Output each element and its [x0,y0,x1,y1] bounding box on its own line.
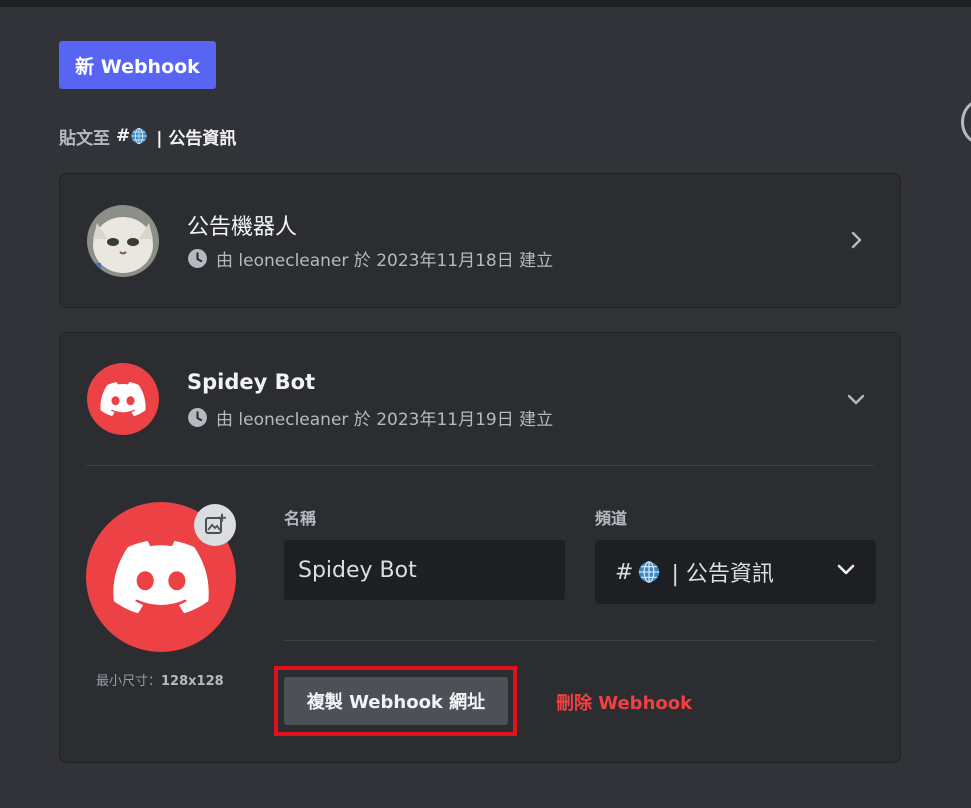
discord-logo-icon [100,382,146,416]
discord-avatar [87,363,159,435]
min-size-hint: 最小尺寸：128x128 [96,670,224,689]
chevron-down-icon[interactable] [847,390,865,408]
channel-hash: # [116,126,131,146]
webhook-created-meta: 由 leonecleaner 於 2023年11月19日 建立 [187,405,553,430]
webhook-name-input[interactable] [284,540,565,600]
discord-logo-icon [113,541,209,613]
channel-name: | 公告資訊 [671,562,774,587]
add-image-icon [205,513,227,534]
min-size-value: 128x128 [161,674,224,689]
post-to-line: 貼文至 # | 公告資訊 [59,124,236,149]
webhook-name: Spidey Bot [187,370,316,394]
post-to-prefix: 貼文至 [59,128,110,149]
top-bar [0,0,971,7]
section-divider [86,465,874,466]
chevron-down-icon [837,564,855,575]
webhook-card-expanded[interactable]: Spidey Bot 由 leonecleaner 於 2023年11月19日 … [59,332,901,763]
clock-icon [188,249,207,268]
chevron-right-icon[interactable] [847,231,865,249]
copy-webhook-url-button[interactable]: 複製 Webhook 網址 [284,677,508,725]
channel-select-value: # | 公告資訊 [615,556,774,588]
channel-field-label: 頻道 [595,509,628,528]
globe-icon [639,561,660,583]
name-field-label: 名稱 [284,509,317,528]
min-size-label: 最小尺寸： [96,674,162,689]
add-image-button[interactable] [194,504,236,546]
new-webhook-button[interactable]: 新 Webhook [59,41,216,89]
delete-webhook-button[interactable]: 刪除 Webhook [556,689,692,715]
section-divider [284,640,874,641]
webhook-created-meta: 由 leonecleaner 於 2023年11月18日 建立 [187,246,553,271]
post-to-channel: # | 公告資訊 [110,124,236,149]
post-to-channel-name: | 公告資訊 [156,128,237,149]
globe-icon [131,127,147,145]
channel-hash: # [615,559,634,585]
channel-select[interactable]: # | 公告資訊 [595,540,876,604]
cat-avatar [87,205,159,277]
webhook-name: 公告機器人 [187,215,298,240]
webhook-meta-text: 由 leonecleaner 於 2023年11月18日 建立 [216,251,554,271]
webhook-meta-text: 由 leonecleaner 於 2023年11月19日 建立 [216,410,554,430]
webhook-card[interactable]: 公告機器人 由 leonecleaner 於 2023年11月18日 建立 [59,173,901,308]
cat-face-icon [87,205,159,277]
side-scroll-handle[interactable] [961,100,971,144]
clock-icon [188,408,207,427]
